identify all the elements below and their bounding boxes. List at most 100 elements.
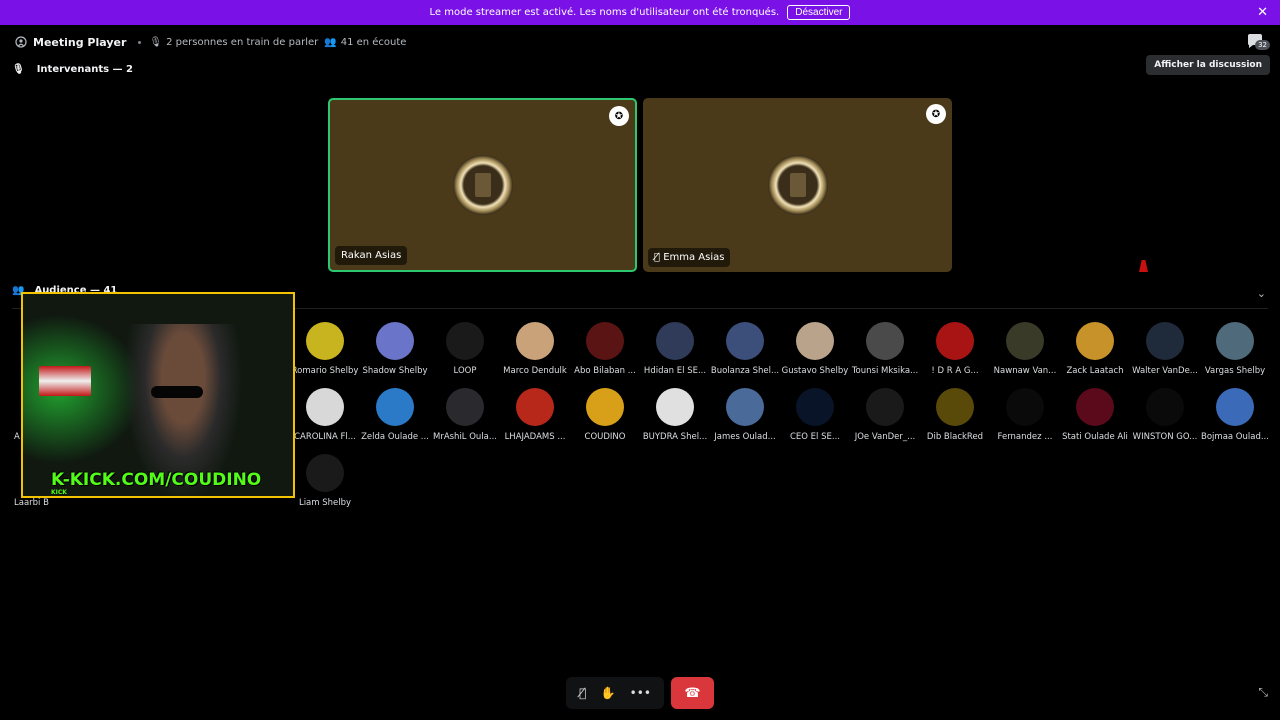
audience-member[interactable]: Shadow Shelby bbox=[360, 322, 430, 376]
speaker-name-text: Emma Asias bbox=[663, 252, 725, 263]
banner-text: Le mode streamer est activé. Les noms d'… bbox=[429, 7, 780, 18]
avatar bbox=[936, 322, 974, 360]
show-chat-tooltip: Afficher la discussion bbox=[1146, 55, 1270, 75]
avatar bbox=[1216, 388, 1254, 426]
audience-member[interactable]: Bojmaa Oulad... bbox=[1200, 388, 1270, 442]
avatar bbox=[446, 322, 484, 360]
avatar bbox=[1146, 322, 1184, 360]
disable-streamer-mode-button[interactable]: Désactiver bbox=[787, 5, 851, 20]
audience-member-name: Stati Oulade Ali bbox=[1062, 432, 1128, 442]
speakers-label-text: Intervenants — 2 bbox=[36, 64, 133, 75]
muted-mic-icon: 🎙̸ bbox=[654, 252, 664, 263]
audience-member-name: LOOP bbox=[453, 366, 477, 376]
audience-member-name: CAROLINA Fl... bbox=[294, 432, 356, 442]
avatar bbox=[516, 322, 554, 360]
channel-header: Meeting Player 🎙 2 personnes en train de… bbox=[0, 25, 1280, 59]
listeners-icon: 👥 bbox=[324, 36, 337, 48]
speakers-section-label: 🎙 Intervenants — 2 bbox=[12, 64, 133, 75]
webcam-overlay: K-KICK.COM/COUDINO KICK bbox=[21, 292, 295, 498]
chevron-down-icon[interactable]: ⌄ bbox=[1257, 287, 1266, 300]
exit-fullscreen-icon[interactable]: ⤡ bbox=[1258, 685, 1268, 700]
audience-member[interactable]: Dib BlackRed bbox=[920, 388, 990, 442]
speaker-tile[interactable]: ✪ Rakan Asias bbox=[328, 98, 637, 272]
audience-member[interactable]: Liam Shelby bbox=[290, 454, 360, 508]
avatar bbox=[726, 388, 764, 426]
audience-member-name: ! D R A G... bbox=[931, 366, 979, 376]
avatar bbox=[726, 322, 764, 360]
mouse-cursor bbox=[1139, 260, 1148, 272]
audience-member-name: CEO El SE... bbox=[789, 432, 840, 442]
audience-member[interactable]: LHAJADAMS ... bbox=[500, 388, 570, 442]
mute-mic-icon[interactable]: 🎙̸ bbox=[579, 686, 586, 700]
audience-member[interactable]: Hdidan El SE... bbox=[640, 322, 710, 376]
audience-member[interactable]: Zack Laatach bbox=[1060, 322, 1130, 376]
audience-member[interactable]: Romario Shelby bbox=[290, 322, 360, 376]
avatar bbox=[1006, 388, 1044, 426]
audience-member[interactable]: JOe VanDer_... bbox=[850, 388, 920, 442]
avatar bbox=[586, 388, 624, 426]
audience-member-name: COUDINO bbox=[584, 432, 626, 442]
audience-member-name: Shadow Shelby bbox=[362, 366, 428, 376]
audience-member-name: Dib BlackRed bbox=[926, 432, 984, 442]
avatar bbox=[936, 388, 974, 426]
audience-member[interactable]: CEO El SE... bbox=[780, 388, 850, 442]
speaker-name: 🎙̸ Emma Asias bbox=[648, 248, 731, 267]
speaker-tile[interactable]: ✪ 🎙̸ Emma Asias bbox=[643, 98, 952, 272]
audience-member[interactable]: MrAshiL Oula... bbox=[430, 388, 500, 442]
avatar bbox=[376, 388, 414, 426]
audience-member[interactable]: CAROLINA Fl... bbox=[290, 388, 360, 442]
phone-hangup-icon: ☎ bbox=[684, 685, 701, 701]
audience-member[interactable]: Tounsi Mksika... bbox=[850, 322, 920, 376]
audience-member[interactable]: Abo Bilaban ... bbox=[570, 322, 640, 376]
stage-moderator-icon: ✪ bbox=[609, 106, 629, 126]
speaking-count: 🎙 2 personnes en train de parler bbox=[149, 37, 318, 48]
audience-member-name: Fernandez ... bbox=[997, 432, 1053, 442]
audience-member-name: Romario Shelby bbox=[291, 366, 359, 376]
avatar bbox=[767, 155, 828, 215]
audience-member[interactable]: WINSTON GO... bbox=[1130, 388, 1200, 442]
audience-member[interactable]: BUYDRA Shel... bbox=[640, 388, 710, 442]
audience-member[interactable]: Stati Oulade Ali bbox=[1060, 388, 1130, 442]
more-options-icon[interactable]: ••• bbox=[630, 686, 651, 700]
audience-member[interactable]: ! D R A G... bbox=[920, 322, 990, 376]
audience-member-name: WINSTON GO... bbox=[1132, 432, 1198, 442]
raise-hand-icon[interactable]: ✋ bbox=[601, 686, 616, 700]
audience-member-name: Marco Dendulk bbox=[503, 366, 567, 376]
audience-member[interactable]: Gustavo Shelby bbox=[780, 322, 850, 376]
microphone-icon: 🎙 bbox=[149, 36, 163, 48]
audience-member-name: Zelda Oulade ... bbox=[361, 432, 429, 442]
audience-member-name: Bojmaa Oulad... bbox=[1201, 432, 1269, 442]
audience-partial-name: Laarbi B bbox=[14, 498, 49, 508]
audience-member[interactable]: Buolanza Shel... bbox=[710, 322, 780, 376]
avatar bbox=[516, 388, 554, 426]
audience-partial-name: A bbox=[14, 432, 20, 442]
separator-dot bbox=[138, 40, 142, 44]
avatar bbox=[796, 322, 834, 360]
speaking-text: 2 personnes en train de parler bbox=[166, 36, 319, 48]
audience-member[interactable]: James Oulad... bbox=[710, 388, 780, 442]
audience-member[interactable]: Fernandez ... bbox=[990, 388, 1060, 442]
audience-member-name: Walter VanDe... bbox=[1132, 366, 1198, 376]
audience-member[interactable]: Nawnaw Van... bbox=[990, 322, 1060, 376]
audience-member[interactable]: Vargas Shelby bbox=[1200, 322, 1270, 376]
call-controls: 🎙̸ ✋ ••• bbox=[566, 677, 664, 709]
audience-member[interactable]: Zelda Oulade ... bbox=[360, 388, 430, 442]
avatar bbox=[306, 322, 344, 360]
avatar bbox=[1076, 322, 1114, 360]
audience-member-name: Hdidan El SE... bbox=[643, 366, 707, 376]
audience-member[interactable]: COUDINO bbox=[570, 388, 640, 442]
avatar bbox=[1076, 388, 1114, 426]
avatar bbox=[1146, 388, 1184, 426]
audience-member[interactable]: Walter VanDe... bbox=[1130, 322, 1200, 376]
disconnect-button[interactable]: ☎ bbox=[671, 677, 714, 709]
kick-url-overlay: K-KICK.COM/COUDINO bbox=[51, 470, 262, 490]
audience-member[interactable]: Marco Dendulk bbox=[500, 322, 570, 376]
avatar bbox=[1216, 322, 1254, 360]
audience-member[interactable]: LOOP bbox=[430, 322, 500, 376]
streamer-mode-banner: Le mode streamer est activé. Les noms d'… bbox=[0, 0, 1280, 25]
avatar bbox=[866, 388, 904, 426]
listening-text: 41 en écoute bbox=[340, 36, 407, 48]
close-icon[interactable]: ✕ bbox=[1257, 5, 1268, 20]
audience-member-name: James Oulad... bbox=[714, 432, 776, 442]
avatar bbox=[306, 388, 344, 426]
